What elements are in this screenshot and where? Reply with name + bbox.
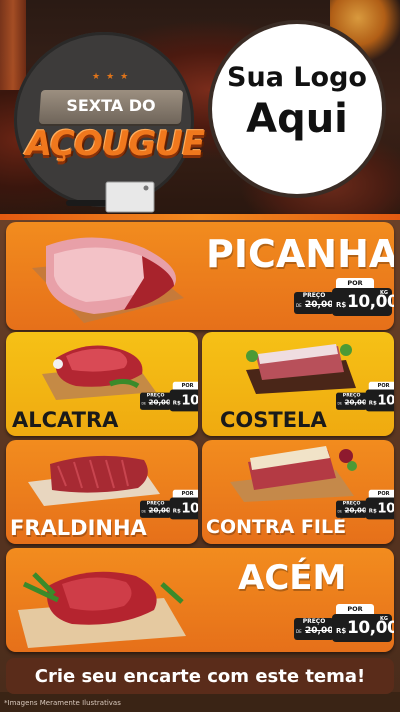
currency-label: R$ [336, 301, 347, 309]
picanha-image [32, 237, 184, 323]
currency-label: R$ [368, 507, 377, 514]
cta-text[interactable]: Crie seu encarte com este tema! [6, 666, 394, 687]
price-tag: PREÇO DE 20,00 POR R$ 10,00 KG [140, 489, 198, 520]
preco-label: PREÇO [342, 500, 361, 507]
por-label: POR [368, 489, 394, 498]
currency-label: R$ [172, 507, 181, 514]
currency-label: R$ [336, 627, 347, 635]
product-card-costela: COSTELA PREÇO DE 20,00 POR R$ 10,00 KG [202, 332, 394, 436]
de-label: DE [337, 509, 342, 514]
por-label: POR [172, 381, 198, 390]
acem-image [18, 571, 186, 648]
disclaimer-text: *Imagens Meramente Ilustrativas [4, 699, 121, 707]
old-price: 20,00 [344, 506, 367, 515]
price-tag: PREÇO DE 20,00 POR R$ 10,00 KG [336, 489, 394, 520]
de-label: DE [141, 401, 146, 406]
contra-file-image [230, 446, 357, 502]
product-name: COSTELA [220, 408, 327, 432]
badge-title-line2: AÇOUGUE [25, 124, 205, 164]
preco-label: PREÇO [146, 392, 165, 399]
product-name: ACÉM [238, 558, 347, 598]
de-label: DE [296, 303, 302, 308]
new-price: 10,00 [377, 500, 394, 517]
price-tag: PREÇO DE 20,00 POR R$ 10,00 KG [140, 381, 198, 412]
badge-stars: ★★★ [92, 72, 135, 82]
new-price: 10,00 [377, 392, 394, 409]
product-name: ALCATRA [12, 408, 119, 432]
currency-label: R$ [368, 399, 377, 406]
preco-label: PREÇO [342, 392, 361, 399]
unit-label: KG [380, 616, 388, 622]
unit-label: KG [380, 290, 388, 296]
logo-text-line1: Sua Logo [227, 62, 367, 93]
old-price: 20,00 [344, 398, 367, 407]
de-label: DE [337, 401, 342, 406]
product-name: FRALDINHA [10, 516, 147, 540]
de-label: DE [296, 629, 302, 634]
jar-decoration [0, 0, 26, 90]
price-tag: PREÇO DE 20,00 POR R$ 10,00 KG [294, 604, 394, 642]
new-price: 10,00 [181, 392, 198, 409]
product-card-contra-file: CONTRA FILÉ PREÇO DE 20,00 POR R$ 10,00 … [202, 440, 394, 544]
sexta-do-acougue-badge: ★★★ SEXTA DO AÇOUGUE [14, 32, 205, 213]
logo-text-line2: Aqui [246, 96, 348, 142]
preco-label: PREÇO [302, 292, 326, 299]
por-label: POR [368, 381, 394, 390]
currency-label: R$ [172, 399, 181, 406]
new-price: 10,00 [181, 500, 198, 517]
badge-title-line1: SEXTA DO [66, 96, 156, 115]
product-card-picanha: PICANHA PREÇO DE 20,00 POR R$ 10,00 KG [6, 222, 394, 330]
por-label: POR [336, 604, 374, 614]
preco-label: PREÇO [302, 618, 326, 625]
price-tag: PREÇO DE 20,00 POR R$ 10,00 KG [294, 278, 394, 316]
product-card-acem: ACÉM PREÇO DE 20,00 POR R$ 10,00 KG [6, 548, 394, 652]
product-card-fraldinha: FRALDINHA PREÇO DE 20,00 POR R$ 10,00 KG [6, 440, 198, 544]
product-name: CONTRA FILÉ [206, 516, 347, 538]
product-card-alcatra: ALCATRA PREÇO DE 20,00 POR R$ 10,00 KG [6, 332, 198, 436]
de-label: DE [141, 509, 146, 514]
old-price: 20,00 [148, 398, 171, 407]
old-price: 20,00 [148, 506, 171, 515]
preco-label: PREÇO [146, 500, 165, 507]
por-label: POR [172, 489, 198, 498]
old-price: 20,00 [305, 626, 334, 636]
por-label: POR [336, 278, 374, 288]
product-name: PICANHA [206, 232, 394, 276]
cleaver-icon [66, 181, 155, 213]
price-tag: PREÇO DE 20,00 POR R$ 10,00 KG [336, 381, 394, 412]
old-price: 20,00 [305, 300, 334, 310]
